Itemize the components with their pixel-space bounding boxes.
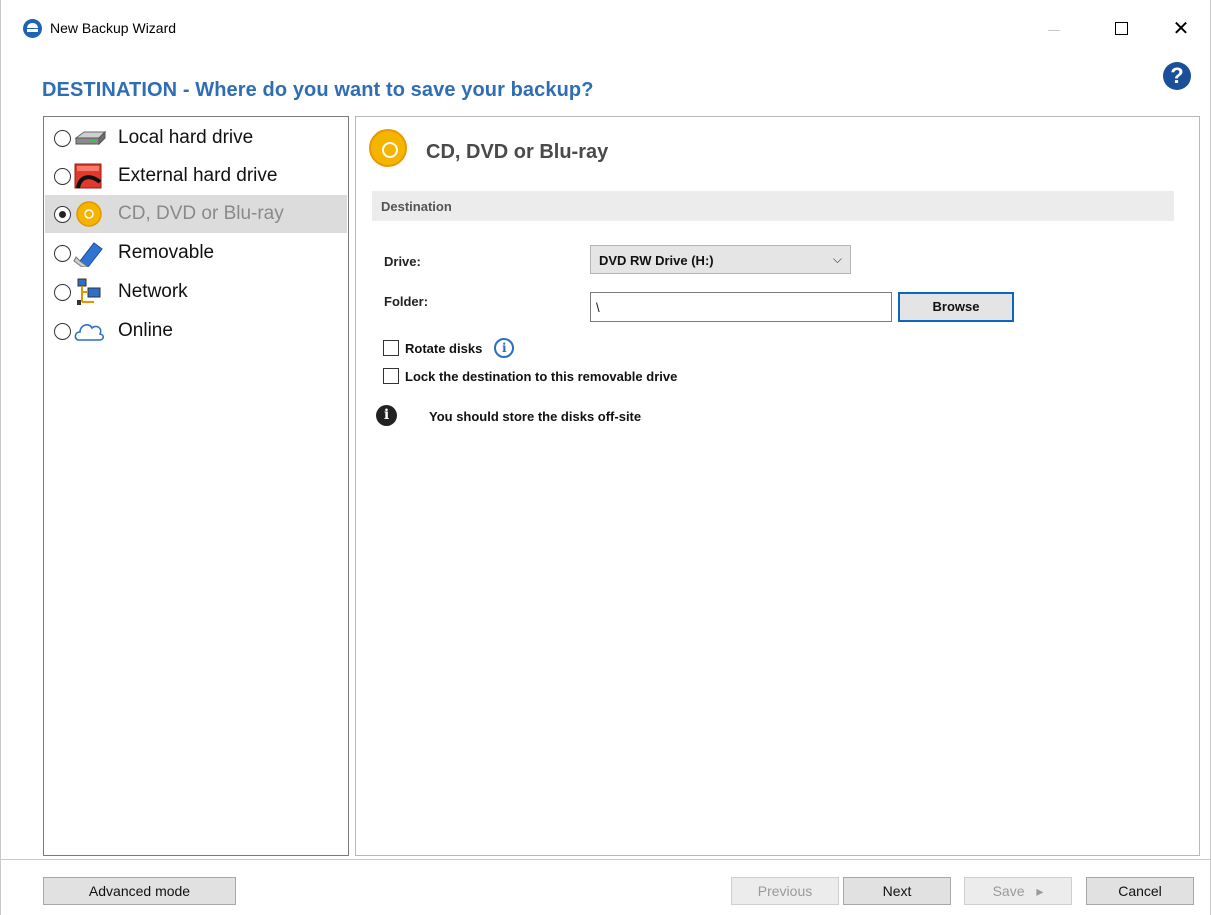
drive-select[interactable]: DVD RW Drive (H:) ⌵ (590, 245, 851, 274)
usb-drive-icon (73, 242, 103, 267)
destination-label: Removable (118, 242, 215, 263)
disc-icon (369, 129, 407, 167)
radio-button[interactable] (54, 167, 71, 185)
footer-divider (1, 859, 1210, 860)
folder-input-value: \ (596, 300, 600, 315)
destination-label: Network (118, 281, 188, 302)
destination-list: Local hard drive External hard drive CD,… (43, 116, 349, 856)
window-title: New Backup Wizard (50, 20, 177, 36)
info-icon: i (376, 405, 397, 426)
title-bar: New Backup Wizard ✕ (1, 0, 1210, 56)
destination-item-network[interactable]: Network (45, 273, 347, 311)
radio-button[interactable] (54, 283, 71, 301)
destination-item-local-hard-drive[interactable]: Local hard drive (45, 119, 347, 157)
offsite-note: You should store the disks off-site (429, 409, 642, 424)
destination-label: Local hard drive (118, 127, 254, 148)
panel-title: CD, DVD or Blu-ray (426, 141, 609, 163)
radio-button[interactable] (54, 322, 71, 340)
radio-button[interactable] (54, 129, 71, 147)
drive-label: Drive: (384, 254, 421, 269)
backup-wizard-window: New Backup Wizard ✕ DESTINATION - Where … (0, 0, 1211, 915)
save-label: Save (992, 883, 1025, 899)
close-button[interactable]: ✕ (1158, 10, 1204, 46)
destination-label: External hard drive (118, 165, 278, 186)
maximize-button[interactable] (1098, 10, 1144, 46)
app-logo-icon (23, 19, 42, 38)
minimize-button[interactable] (1031, 10, 1077, 46)
lock-destination-option: Lock the destination to this removable d… (383, 367, 677, 385)
chevron-down-icon: ⌵ (832, 252, 842, 266)
destination-settings-panel: CD, DVD or Blu-ray Destination Drive: DV… (355, 116, 1200, 856)
lock-destination-checkbox[interactable] (383, 368, 399, 384)
disc-icon (76, 201, 102, 227)
cloud-icon (74, 323, 105, 341)
drive-select-value: DVD RW Drive (H:) (599, 253, 714, 268)
folder-label: Folder: (384, 294, 429, 309)
close-icon: ✕ (1172, 16, 1190, 40)
minimize-icon (1048, 29, 1060, 31)
next-button[interactable]: Next (843, 877, 951, 905)
destination-label: CD, DVD or Blu-ray (118, 203, 284, 224)
previous-button[interactable]: Previous (731, 877, 839, 905)
rotate-disks-label: Rotate disks (405, 340, 483, 356)
destination-item-external-hard-drive[interactable]: External hard drive (45, 157, 347, 195)
help-icon[interactable]: ? (1163, 62, 1191, 90)
section-header: Destination (372, 191, 1174, 221)
section-label: Destination (381, 199, 452, 214)
save-button[interactable]: Save ▸ (964, 877, 1072, 905)
info-icon[interactable]: i (494, 338, 515, 358)
lock-destination-label: Lock the destination to this removable d… (405, 368, 678, 384)
destination-item-removable[interactable]: Removable (45, 234, 347, 272)
chevron-right-icon: ▸ (1036, 883, 1044, 899)
radio-button-selected[interactable] (54, 205, 71, 223)
destination-item-cd-dvd-bluray[interactable]: CD, DVD or Blu-ray (45, 195, 347, 233)
destination-label: Online (118, 320, 173, 341)
cancel-button[interactable]: Cancel (1086, 877, 1194, 905)
external-drive-icon (74, 163, 102, 189)
rotate-disks-checkbox[interactable] (383, 340, 399, 356)
hard-drive-icon (74, 130, 106, 146)
folder-input[interactable]: \ (590, 292, 892, 322)
rotate-disks-option: Rotate disks i (383, 338, 515, 358)
destination-item-online[interactable]: Online (45, 312, 347, 350)
browse-button[interactable]: Browse (898, 292, 1014, 322)
radio-button[interactable] (54, 244, 71, 262)
maximize-icon (1114, 21, 1128, 35)
page-title: DESTINATION - Where do you want to save … (42, 79, 594, 101)
network-icon (77, 278, 101, 305)
advanced-mode-button[interactable]: Advanced mode (43, 877, 236, 905)
